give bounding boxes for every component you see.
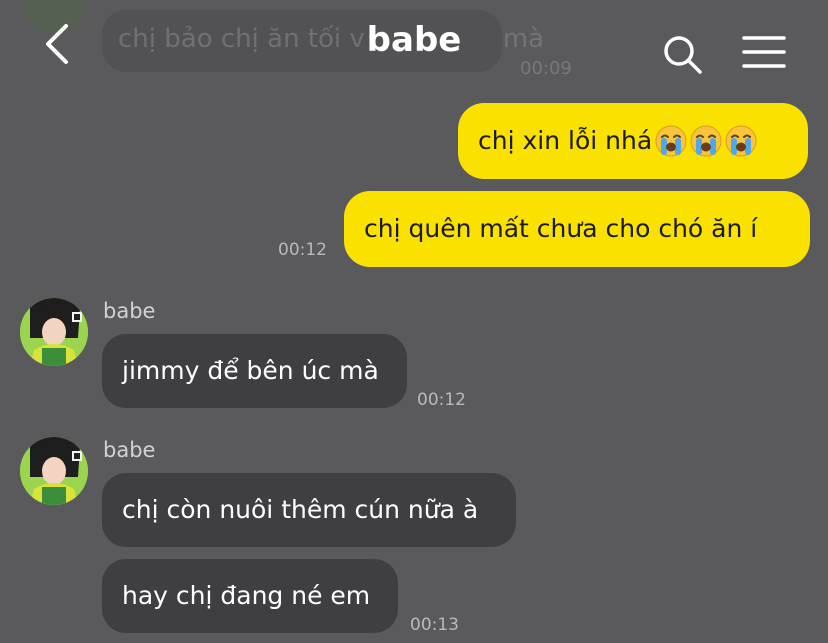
loudly-crying-face-icon [655,125,687,157]
loudly-crying-face-icon [725,125,757,157]
message-time: 00:12 [278,240,327,260]
avatar[interactable] [20,298,88,366]
message-bubble-outgoing[interactable]: chị xin lỗi nhá [458,103,808,179]
message-bubble-incoming[interactable]: chị còn nuôi thêm cún nữa à [102,473,516,547]
message-bubble-incoming[interactable]: hay chị đang né em [102,559,398,633]
message-text: chị còn nuôi thêm cún nữa à [122,495,479,524]
search-button[interactable] [660,32,704,76]
message-time: 00:12 [417,390,466,410]
menu-button[interactable] [740,34,788,70]
sender-name: babe [103,299,156,323]
message-text: chị quên mất chưa cho chó ăn í [364,214,758,243]
message-text: hay chị đang né em [122,581,371,610]
message-text: chị xin lỗi nhá [478,126,653,155]
avatar-image [20,437,88,505]
message-bubble-outgoing[interactable]: chị quên mất chưa cho chó ăn í [344,191,810,267]
previous-message-time: 00:09 [520,58,572,79]
loudly-crying-face-icon [690,125,722,157]
avatar-image [20,298,88,366]
emoji-group [652,125,757,157]
message-time: 00:13 [410,615,459,635]
avatar[interactable] [20,437,88,505]
menu-icon [742,36,786,68]
message-text: jimmy để bên úc mà [122,356,379,385]
search-icon [664,36,702,74]
message-bubble-incoming[interactable]: jimmy để bên úc mà [102,334,407,408]
sender-name: babe [103,438,156,462]
